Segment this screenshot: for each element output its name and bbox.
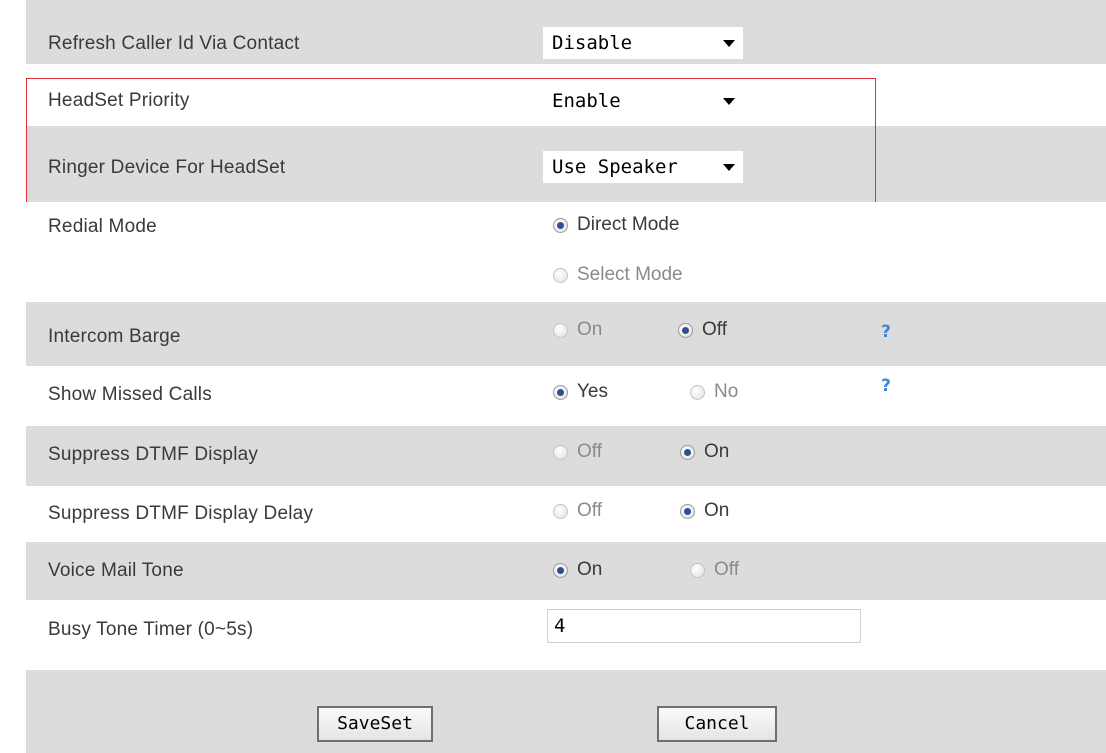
radio-unchecked-icon [553,444,568,460]
missed-yes-label: Yes [577,381,608,402]
redial-select-mode-radio[interactable]: Select Mode [553,264,683,286]
refresh-caller-id-label: Refresh Caller Id Via Contact [48,33,300,54]
radio-checked-icon [553,217,568,233]
intercom-on-label: On [577,319,603,340]
button-row [26,670,1106,753]
intercom-off-label: Off [702,319,727,340]
missed-calls-yes-radio[interactable]: Yes [553,381,608,403]
refresh-caller-id-value: Disable [552,32,633,54]
radio-unchecked-icon [690,562,705,578]
radio-checked-icon [553,562,568,578]
highlight-box [26,78,876,203]
suppress-delay-off-radio[interactable]: Off [553,500,602,522]
suppress-dtmf-label: Suppress DTMF Display [48,444,259,465]
direct-mode-label: Direct Mode [577,214,680,235]
suppress-dtmf-off-label: Off [577,441,602,462]
radio-checked-icon [680,503,695,519]
chevron-down-icon [723,40,735,47]
intercom-barge-off-radio[interactable]: Off [678,319,727,341]
voice-mail-off-radio[interactable]: Off [690,559,739,581]
save-button[interactable]: SaveSet [317,706,433,742]
radio-checked-icon [680,444,695,460]
suppress-delay-off-label: Off [577,500,602,521]
cancel-button[interactable]: Cancel [657,706,777,742]
radio-checked-icon [553,384,568,400]
suppress-dtmf-on-label: On [704,441,730,462]
redial-mode-label: Redial Mode [48,216,157,237]
refresh-caller-id-select[interactable]: Disable [543,27,743,59]
voice-mail-on-label: On [577,559,603,580]
suppress-dtmf-off-radio[interactable]: Off [553,441,602,463]
radio-unchecked-icon [690,384,705,400]
missed-calls-no-radio[interactable]: No [690,381,738,403]
redial-direct-mode-radio[interactable]: Direct Mode [553,214,679,236]
radio-unchecked-icon [553,267,568,283]
voice-mail-off-label: Off [714,559,739,580]
intercom-barge-label: Intercom Barge [48,326,181,347]
suppress-delay-on-label: On [704,500,730,521]
suppress-dtmf-on-radio[interactable]: On [680,441,729,463]
question-mark-icon[interactable]: ? [877,322,895,342]
busy-tone-timer-label: Busy Tone Timer (0~5s) [48,619,254,640]
select-mode-label: Select Mode [577,264,683,285]
radio-unchecked-icon [553,322,568,338]
missed-no-label: No [714,381,739,402]
suppress-delay-on-radio[interactable]: On [680,500,729,522]
radio-checked-icon [678,322,693,338]
voice-mail-on-radio[interactable]: On [553,559,602,581]
voice-mail-tone-label: Voice Mail Tone [48,560,184,581]
question-mark-icon[interactable]: ? [877,376,895,396]
busy-tone-timer-input[interactable]: 4 [547,609,861,643]
suppress-dtmf-delay-label: Suppress DTMF Display Delay [48,503,314,524]
radio-unchecked-icon [553,503,568,519]
intercom-barge-on-radio[interactable]: On [553,319,602,341]
show-missed-calls-label: Show Missed Calls [48,384,212,405]
